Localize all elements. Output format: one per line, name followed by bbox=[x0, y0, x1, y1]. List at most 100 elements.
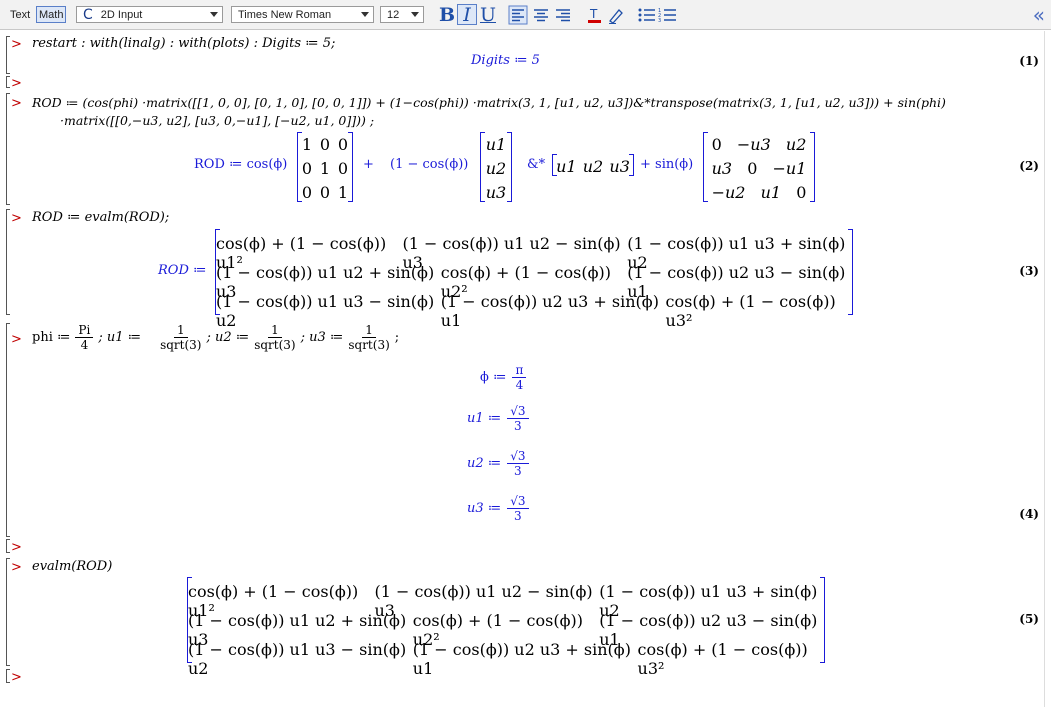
u-vector: u1 u2 u3 bbox=[480, 132, 512, 202]
output-1-text: Digits ≔ 5 bbox=[471, 53, 540, 68]
matrix-cell: 0 bbox=[301, 183, 313, 202]
bold-button[interactable]: B bbox=[437, 4, 457, 26]
svg-text:T: T bbox=[589, 7, 598, 21]
input-line-1[interactable]: restart : with(linalg) : with(plots) : D… bbox=[32, 36, 335, 51]
worksheet: > restart : with(linalg) : with(plots) :… bbox=[0, 31, 1051, 707]
output-2-mid: (1 − cos(ϕ)) bbox=[390, 157, 469, 172]
output-3-lhs-text: ROD ≔ bbox=[158, 263, 207, 278]
matrix-cell: u1 bbox=[556, 157, 577, 176]
semicolon: ; bbox=[394, 330, 400, 345]
numbered-list-icon[interactable]: 123 bbox=[658, 5, 678, 25]
matrix-cell: u1 bbox=[485, 135, 507, 154]
denominator: 3 bbox=[514, 464, 522, 478]
collapse-toolbar-icon[interactable]: « bbox=[1033, 3, 1045, 27]
font-dropdown[interactable]: Times New Roman bbox=[231, 6, 374, 23]
equation-label-3: (3) bbox=[1019, 264, 1039, 278]
matrix-cell: 0 bbox=[711, 135, 722, 154]
input-mode-value: 2D Input bbox=[100, 8, 143, 21]
group-bracket[interactable] bbox=[6, 36, 10, 74]
matrix-cell: u1 bbox=[760, 183, 782, 202]
highlight-icon[interactable] bbox=[606, 5, 626, 25]
matrix-cell: u3 bbox=[485, 183, 507, 202]
group-bracket[interactable] bbox=[6, 209, 10, 315]
output-4-u3: u3 ≔ √3 3 bbox=[467, 494, 529, 523]
group-bracket[interactable] bbox=[6, 76, 10, 88]
sqrt3-over-3: √3 3 bbox=[507, 449, 529, 478]
bullet-list-icon[interactable] bbox=[637, 5, 657, 25]
underline-button[interactable]: U bbox=[478, 4, 498, 26]
matrix-cell: 1 bbox=[301, 135, 313, 154]
matrix-cell: 0 bbox=[747, 159, 758, 178]
math-mode-button[interactable]: Math bbox=[36, 6, 67, 23]
chevron-down-icon bbox=[210, 12, 218, 17]
text-mode-button[interactable]: Text bbox=[10, 8, 30, 22]
input-u3: ; u3 ≔ bbox=[300, 330, 344, 345]
matrix-cell: 0 bbox=[319, 183, 331, 202]
frac-u2: 1 sqrt(3) bbox=[254, 323, 295, 352]
matrix-cell: u3 bbox=[711, 159, 733, 178]
matrix-cell: cos(ϕ) + (1 − cos(ϕ)) u3² bbox=[637, 640, 808, 678]
denominator: 4 bbox=[80, 338, 89, 352]
align-center-icon[interactable] bbox=[531, 5, 551, 25]
input-prompt: > bbox=[11, 670, 22, 685]
scroll-divider bbox=[1044, 31, 1045, 707]
output-4-phi: ϕ ≔ π4 bbox=[480, 363, 527, 392]
input-prompt: > bbox=[11, 540, 22, 555]
group-bracket[interactable] bbox=[6, 539, 10, 553]
italic-button[interactable]: I bbox=[457, 4, 477, 26]
output-3-lhs: ROD ≔ bbox=[158, 263, 206, 278]
input-line-2b[interactable]: ·matrix([[0,−u3, u2], [u3, 0,−u1], [−u2,… bbox=[60, 113, 374, 128]
matrix-cell: 0 bbox=[337, 135, 349, 154]
input-line-2a[interactable]: ROD ≔ (cos(phi) ·matrix([[1, 0, 0], [0, … bbox=[32, 95, 946, 110]
matrix-cell: 0 bbox=[337, 159, 349, 178]
numerator: √3 bbox=[507, 494, 529, 509]
matrix-cell: cos(ϕ) + (1 − cos(ϕ)) u3² bbox=[665, 292, 836, 330]
matrix-cell: −u3 bbox=[736, 135, 771, 154]
format-toolbar: Text Math C 2D Input Times New Roman 12 … bbox=[0, 0, 1051, 30]
rod-matrix-evaluated: cos(ϕ) + (1 − cos(ϕ)) u1² (1 − cos(ϕ)) u1… bbox=[187, 577, 825, 678]
matrix-cell: 0 bbox=[301, 159, 313, 178]
sqrt3-over-3: √3 3 bbox=[507, 494, 529, 523]
u2-assign: u2 ≔ bbox=[467, 456, 502, 471]
matrix-cell: 0 bbox=[319, 135, 331, 154]
group-bracket[interactable] bbox=[6, 93, 10, 205]
identity-matrix: 100 010 001 bbox=[297, 132, 353, 202]
denominator: sqrt(3) bbox=[160, 338, 202, 352]
output-4-u2: u2 ≔ √3 3 bbox=[467, 449, 529, 478]
matrix-cell: u3 bbox=[609, 157, 630, 176]
group-bracket[interactable] bbox=[6, 323, 10, 537]
matrix-cell: −u2 bbox=[711, 183, 746, 202]
input-line-3[interactable]: ROD ≔ evalm(ROD); bbox=[32, 210, 169, 225]
font-size-value: 12 bbox=[387, 8, 400, 21]
matrix-cell: 1 bbox=[319, 159, 331, 178]
align-left-icon[interactable] bbox=[508, 5, 528, 25]
text-color-icon[interactable]: T bbox=[585, 5, 605, 25]
align-right-icon[interactable] bbox=[553, 5, 573, 25]
input-prompt: > bbox=[11, 76, 22, 91]
matrix-cell: u2 bbox=[582, 157, 604, 176]
font-size-dropdown[interactable]: 12 bbox=[380, 6, 424, 23]
group-bracket[interactable] bbox=[6, 558, 10, 666]
plus-sign: + bbox=[363, 157, 374, 172]
matrix-cell: (1 − cos(ϕ)) u2 u3 + sin(ϕ) u1 bbox=[412, 640, 631, 678]
input-mode-dropdown[interactable]: C 2D Input bbox=[76, 6, 223, 23]
input-u2: ; u2 ≔ bbox=[206, 330, 250, 345]
output-4-u1: u1 ≔ √3 3 bbox=[467, 404, 529, 433]
pi-over-4: Pi 4 bbox=[75, 323, 94, 352]
denominator: 3 bbox=[514, 509, 522, 523]
sqrt3-over-3: √3 3 bbox=[507, 404, 529, 433]
svg-text:3: 3 bbox=[658, 18, 661, 24]
numerator: π bbox=[512, 363, 527, 378]
matrix-cell: 1 bbox=[337, 183, 349, 202]
numerator: Pi bbox=[75, 323, 94, 338]
equation-label-4: (4) bbox=[1019, 507, 1039, 521]
group-bracket[interactable] bbox=[6, 669, 10, 683]
output-2-lhs: ROD ≔ cos(ϕ) bbox=[194, 157, 288, 172]
denominator: 3 bbox=[514, 419, 522, 433]
input-line-4[interactable]: phi ≔ Pi 4 ; u1 ≔ 1 sqrt(3) ; u2 ≔ 1 sqrt(3… bbox=[32, 323, 399, 352]
input-line-5[interactable]: evalm(ROD) bbox=[32, 559, 112, 574]
frac-u3: 1 sqrt(3) bbox=[348, 323, 389, 352]
pi-over-4-output: π4 bbox=[512, 363, 527, 392]
matrix-cell: 0 bbox=[796, 183, 807, 202]
u-transpose-row: u1 u2 u3 bbox=[552, 154, 634, 176]
